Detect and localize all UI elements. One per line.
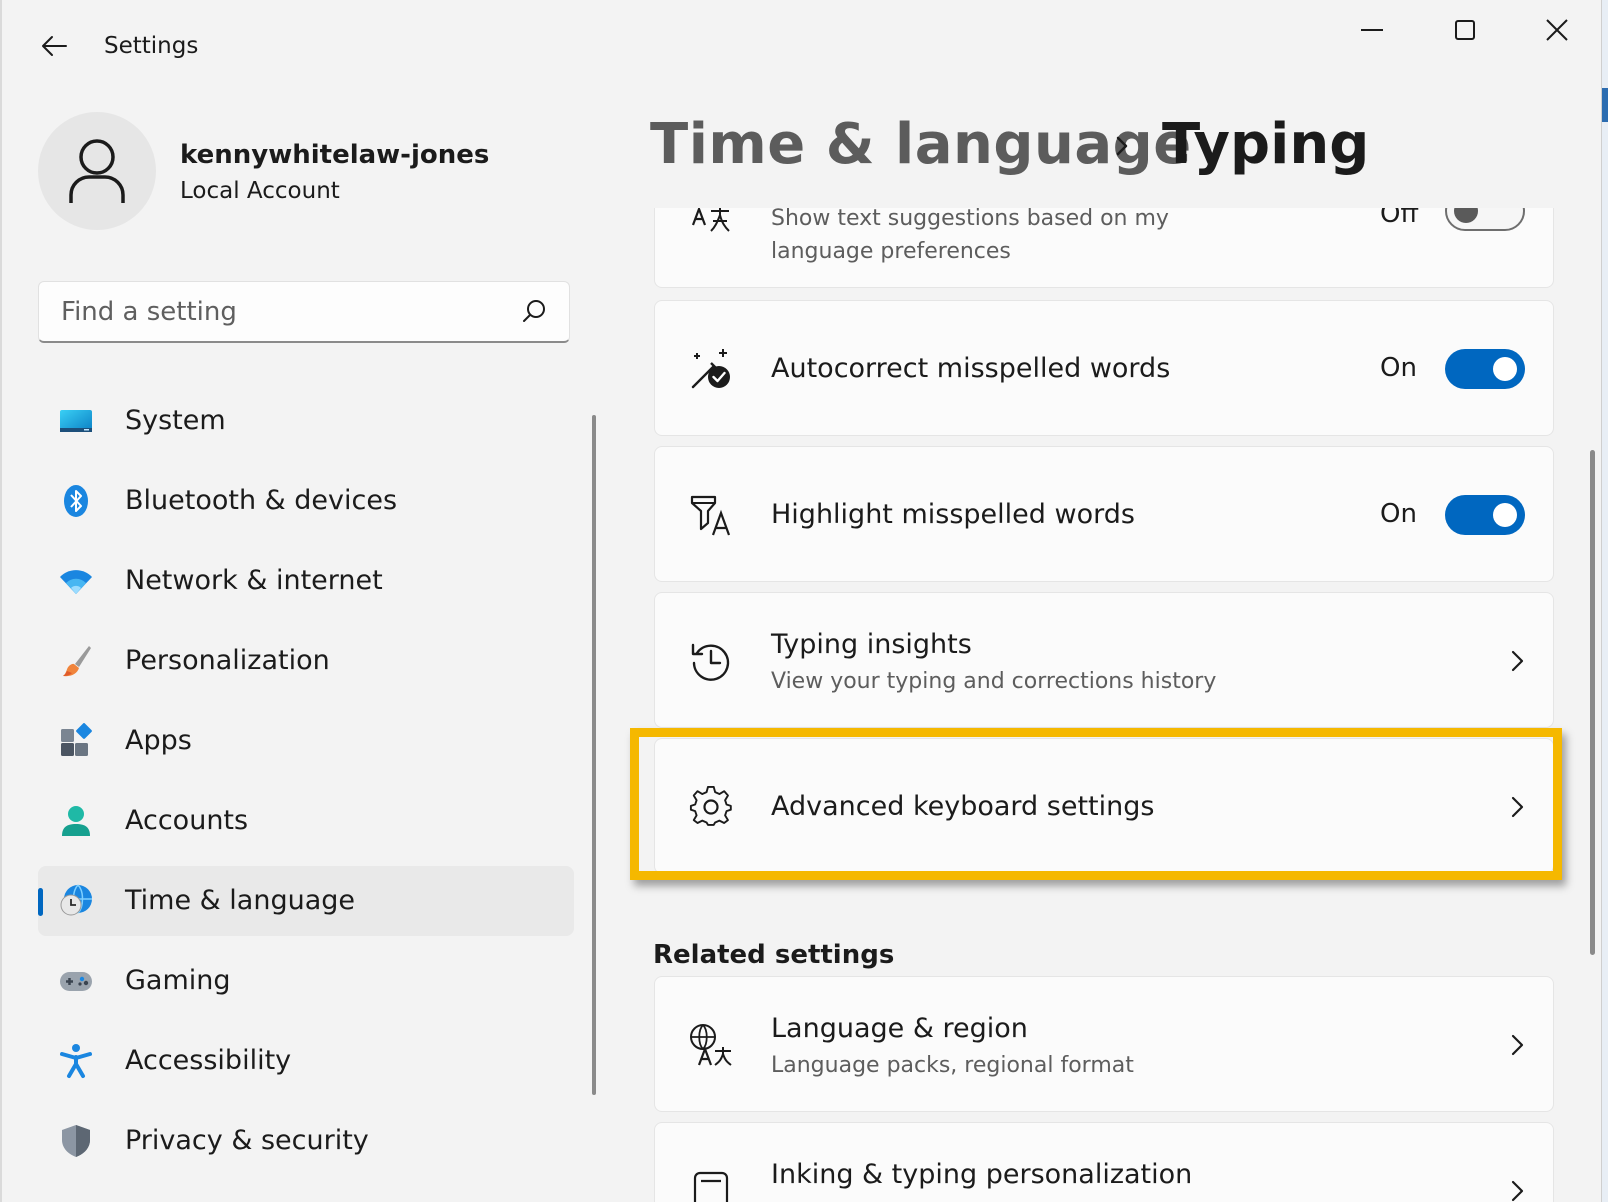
setting-card-typing-insights[interactable]: Typing insights View your typing and cor… — [654, 592, 1554, 728]
maximize-button[interactable] — [1430, 10, 1500, 50]
setting-card-text-suggestions: Show text suggestions based on my langua… — [654, 208, 1554, 288]
sidebar-item-label: Bluetooth & devices — [125, 485, 398, 516]
setting-title: Show text suggestions based on my — [771, 208, 1169, 231]
globe-clock-icon — [60, 884, 92, 916]
sidebar-scrollbar[interactable] — [592, 415, 596, 1095]
settings-list: Show text suggestions based on my langua… — [632, 208, 1572, 1202]
sidebar-item-apps[interactable]: Apps — [38, 706, 574, 776]
text-suggestions-toggle[interactable] — [1445, 208, 1525, 231]
history-icon — [691, 643, 730, 681]
setting-subtitle: View your typing and corrections history — [771, 669, 1217, 694]
gamepad-icon — [60, 972, 92, 991]
settings-window: Settings kennywhitelaw-jones Local Accou… — [0, 0, 1602, 1202]
sidebar-item-time-language[interactable]: Time & language — [38, 866, 574, 936]
paintbrush-icon — [63, 646, 91, 677]
sidebar-item-label: Network & internet — [125, 565, 383, 596]
setting-subtitle: language preferences — [771, 239, 1011, 264]
wifi-icon — [60, 570, 92, 594]
user-avatar-icon — [69, 139, 125, 203]
highlight-icon — [690, 495, 731, 536]
account-type: Local Account — [180, 178, 340, 204]
sidebar-item-system[interactable]: System — [38, 386, 574, 456]
chevron-right-icon — [1511, 1180, 1524, 1202]
apps-icon — [61, 723, 92, 756]
language-icon — [690, 1024, 732, 1066]
sidebar-item-label: Privacy & security — [125, 1125, 369, 1156]
minimize-button[interactable] — [1337, 10, 1407, 50]
setting-title: Highlight misspelled words — [771, 499, 1135, 530]
avatar[interactable] — [38, 112, 156, 230]
maximize-icon — [1455, 20, 1475, 40]
setting-subtitle: Language packs, regional format — [771, 1053, 1134, 1078]
setting-title: Autocorrect misspelled words — [771, 353, 1171, 384]
sidebar-item-label: Time & language — [125, 885, 356, 916]
chevron-right-icon — [1511, 1034, 1524, 1056]
sidebar-item-label: Accounts — [125, 805, 249, 836]
toggle-state-label: Off — [1380, 208, 1419, 229]
toggle-state-label: On — [1380, 499, 1417, 529]
autocorrect-toggle[interactable] — [1445, 349, 1525, 389]
accessibility-icon — [60, 1044, 92, 1078]
setting-card-language-region[interactable]: Language & region Language packs, region… — [654, 976, 1554, 1112]
keyboard-icon — [693, 1171, 729, 1202]
search-icon[interactable] — [521, 298, 547, 324]
toggle-state-label: On — [1380, 353, 1417, 383]
chevron-right-icon — [1511, 796, 1524, 818]
setting-card-inking-typing[interactable]: Inking & typing personalization — [654, 1122, 1554, 1202]
related-settings-heading: Related settings — [653, 940, 895, 970]
setting-card-autocorrect: Autocorrect misspelled words On — [654, 300, 1554, 436]
setting-title: Language & region — [771, 1013, 1028, 1044]
sidebar-item-network[interactable]: Network & internet — [38, 546, 574, 616]
close-button[interactable] — [1522, 10, 1592, 50]
sidebar-item-bluetooth[interactable]: Bluetooth & devices — [38, 466, 574, 536]
sidebar-item-privacy[interactable]: Privacy & security — [38, 1106, 574, 1176]
breadcrumb-chevron-icon — [1116, 136, 1128, 156]
page-title: Typing — [1162, 112, 1370, 177]
bluetooth-icon — [64, 485, 88, 517]
text-suggestion-icon — [691, 208, 730, 232]
search-box[interactable] — [38, 281, 570, 343]
sidebar-item-label: Gaming — [125, 965, 231, 996]
autocorrect-icon — [691, 349, 730, 389]
setting-title: Advanced keyboard settings — [771, 791, 1155, 822]
toggle-knob — [1454, 208, 1478, 223]
shield-icon — [62, 1125, 90, 1157]
sidebar-item-personalization[interactable]: Personalization — [38, 626, 574, 696]
close-icon — [1546, 19, 1568, 41]
sidebar-item-accessibility[interactable]: Accessibility — [38, 1026, 574, 1096]
search-input[interactable] — [59, 282, 513, 342]
sidebar-item-label: Apps — [125, 725, 192, 756]
person-icon — [62, 806, 90, 836]
setting-title: Typing insights — [771, 629, 972, 660]
sidebar-nav: System Bluetooth & devices Network & int… — [38, 386, 574, 1186]
sidebar-item-accounts[interactable]: Accounts — [38, 786, 574, 856]
setting-title: Inking & typing personalization — [771, 1159, 1193, 1190]
sidebar-item-label: Accessibility — [125, 1045, 292, 1076]
app-title: Settings — [104, 33, 199, 59]
minimize-icon — [1361, 29, 1383, 31]
toggle-knob — [1493, 503, 1517, 527]
setting-card-highlight: Highlight misspelled words On — [654, 446, 1554, 582]
background-window-edge — [1602, 0, 1608, 1202]
back-button[interactable] — [36, 28, 72, 64]
setting-card-advanced-keyboard[interactable]: Advanced keyboard settings — [654, 738, 1554, 874]
sidebar-item-label: Personalization — [125, 645, 330, 676]
user-name: kennywhitelaw-jones — [180, 140, 490, 170]
toggle-knob — [1493, 357, 1517, 381]
sidebar-item-gaming[interactable]: Gaming — [38, 946, 574, 1016]
chevron-right-icon — [1511, 650, 1524, 672]
background-window-accent — [1602, 88, 1608, 122]
sidebar-item-label: System — [125, 405, 226, 436]
content-scrollbar[interactable] — [1590, 450, 1595, 955]
monitor-icon — [60, 410, 92, 432]
highlight-toggle[interactable] — [1445, 495, 1525, 535]
gear-icon — [689, 785, 732, 826]
back-arrow-icon — [42, 36, 67, 56]
